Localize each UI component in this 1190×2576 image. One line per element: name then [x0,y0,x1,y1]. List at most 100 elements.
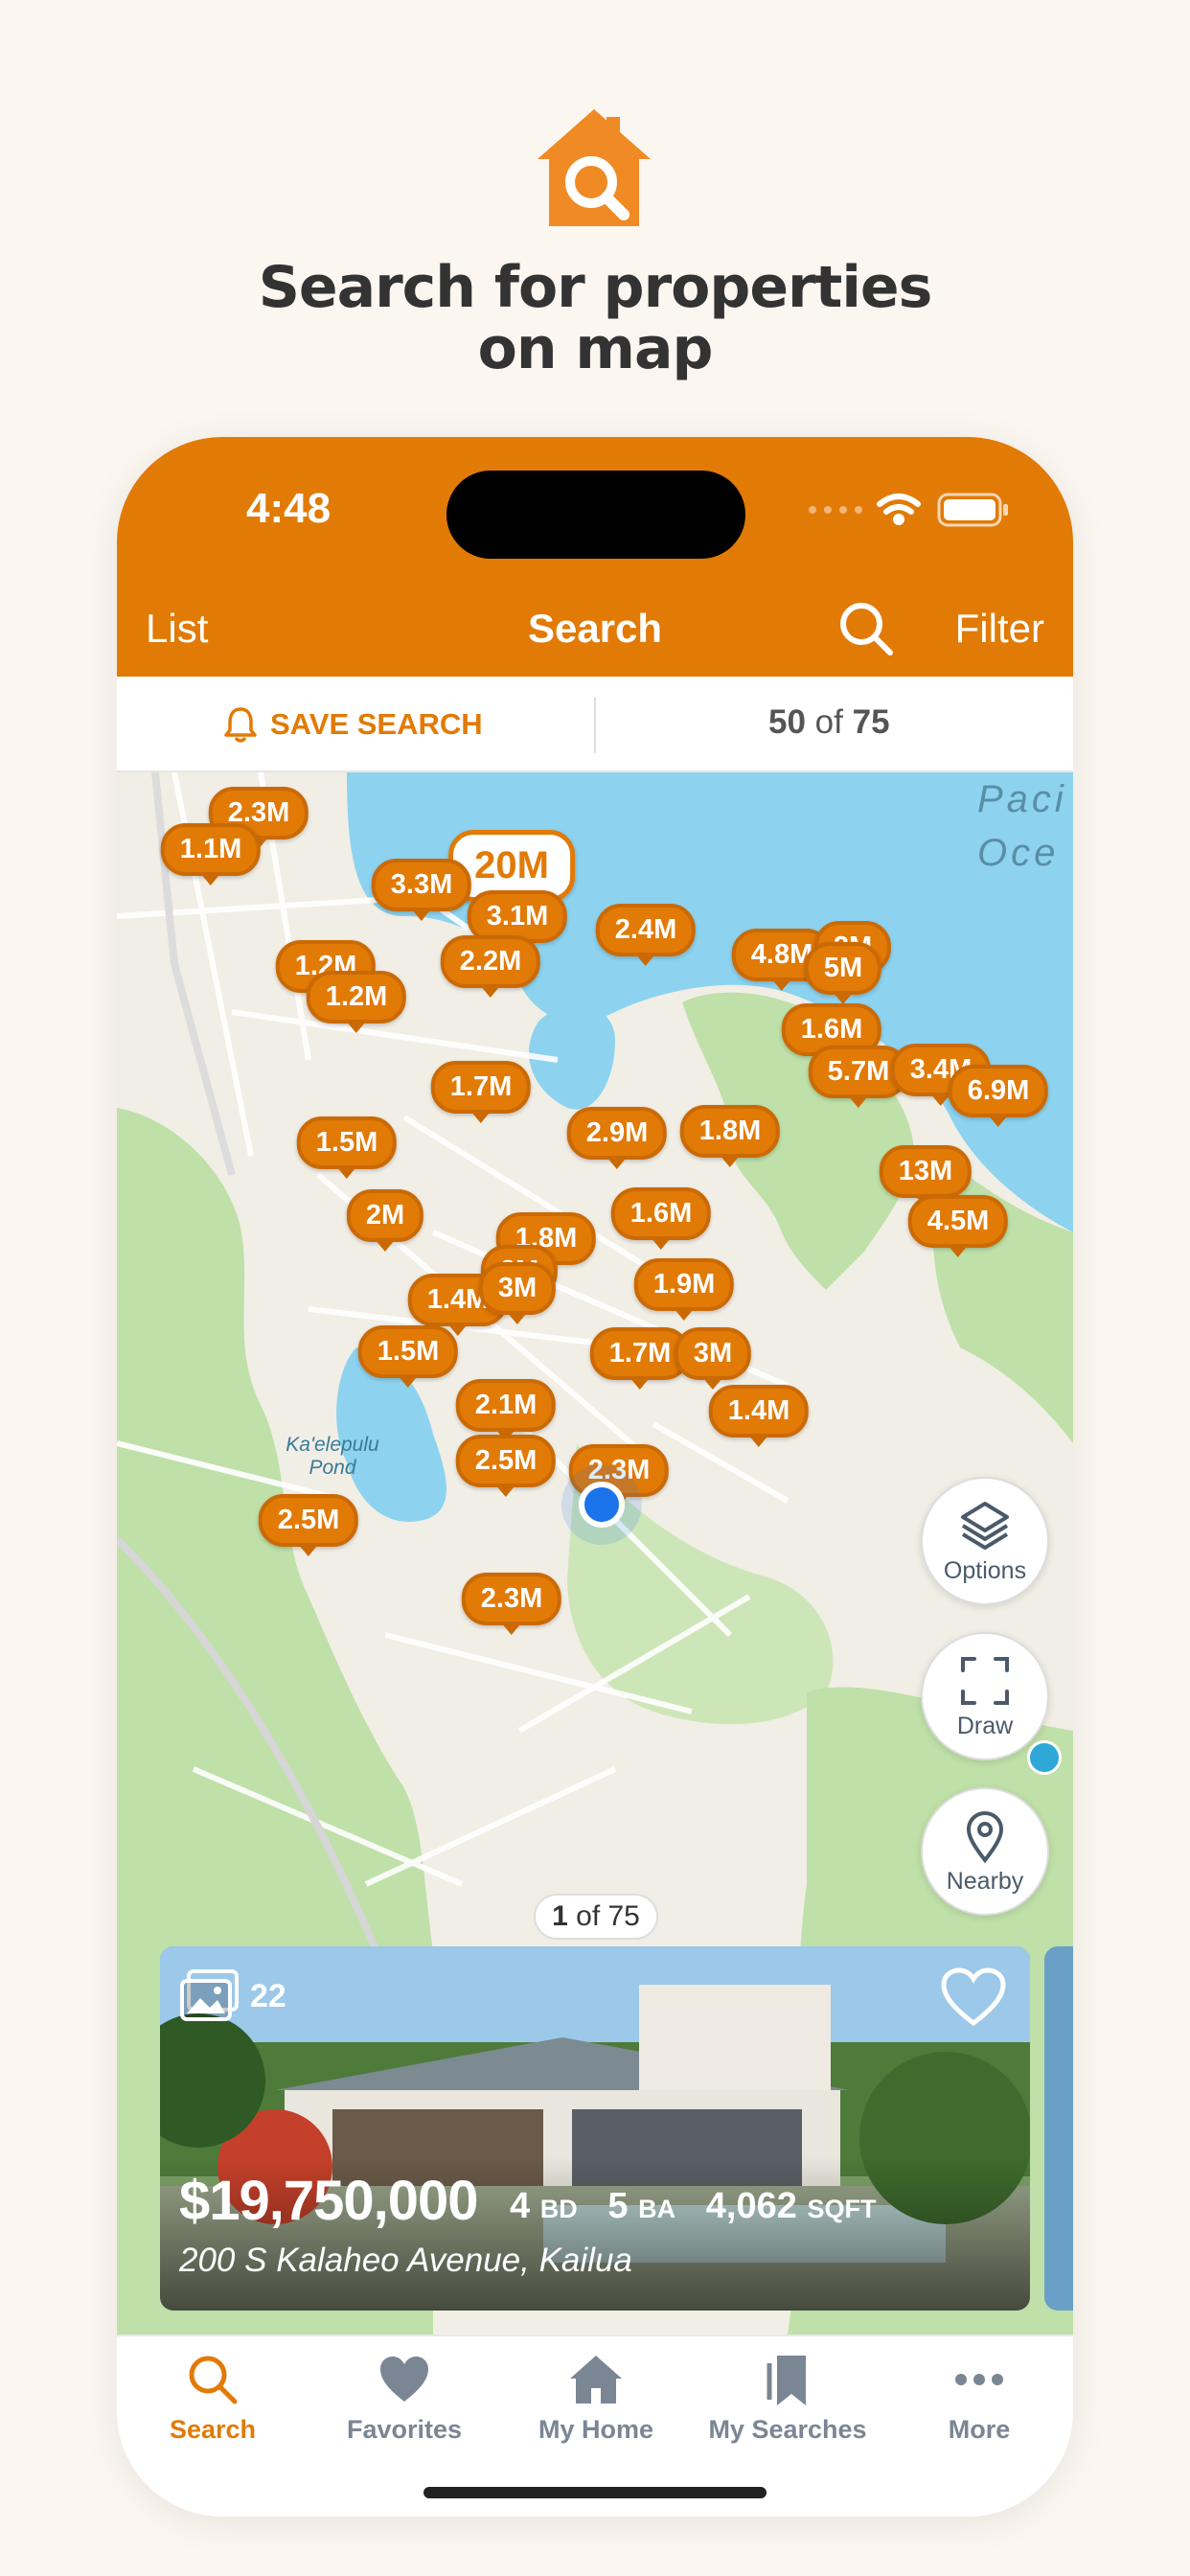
headline-line-1: Search for properties [258,254,933,321]
photos-icon [180,1969,239,2021]
tab-more-label: More [948,2415,1011,2444]
save-search-bar: SAVE SEARCH 50 of 75 [117,677,1073,772]
nav-title: Search [527,606,663,651]
more-icon [955,2374,1003,2385]
search-icon[interactable] [835,598,897,659]
tab-search[interactable]: Search [117,2352,309,2445]
next-listing-card[interactable] [1044,1946,1073,2311]
price-pin[interactable]: 3M [674,1327,752,1380]
results-shown: 50 [768,703,806,741]
results-of: of [814,703,843,741]
price-pin[interactable]: 1.9M [633,1258,735,1311]
baths-value: 5 [607,2186,629,2226]
price-pin[interactable]: 2.2M [440,935,541,988]
home-icon [570,2356,622,2404]
ocean-label-line-1: Paci [977,778,1067,820]
layers-icon [961,1501,1009,1550]
list-button[interactable]: List [146,606,208,652]
tab-search-label: Search [169,2415,257,2444]
draw-label: Draw [956,1712,1014,1739]
price-pin[interactable]: 1.2M [306,971,407,1024]
ocean-label: Paci Oce [977,772,1067,880]
price-pin[interactable]: 1.6M [610,1187,712,1240]
promo-headline: Search for properties on map [0,257,1190,380]
price-pin[interactable]: 1.8M [679,1105,781,1158]
tab-bar: Search Favorites My Home My Searches Mor… [117,2334,1073,2517]
beds-unit: BD [539,2195,578,2223]
price-pin[interactable]: 5M [804,942,882,995]
beds-value: 4 [510,2186,531,2226]
price-pin[interactable]: 1.7M [430,1061,532,1114]
divider [594,698,596,753]
price-pin[interactable]: 2.4M [595,904,697,956]
home-indicator [423,2487,767,2498]
pager-of: of 75 [576,1900,640,1932]
status-bar: 4:48 [117,437,1073,581]
price-pin[interactable]: 1.5M [357,1325,459,1378]
price-pin[interactable]: 2M [346,1189,424,1242]
price-pin[interactable]: 2.1M [455,1379,557,1432]
results-count: 50 of 75 [768,703,890,742]
results-total: 75 [852,703,890,741]
filter-button[interactable]: Filter [955,606,1044,652]
dynamic-island [446,471,745,559]
listing-specs: 4 BD 5 BA 4,062 SQFT [510,2186,876,2227]
wifi-icon [877,494,921,525]
photo-count: 22 [179,1969,286,2023]
draw-area-icon [961,1656,1009,1705]
price-pin[interactable]: 3.3M [371,859,472,911]
price-pin[interactable]: 2.5M [258,1494,359,1547]
tab-my-searches[interactable]: My Searches [692,2352,883,2445]
tab-favorites-label: Favorites [346,2415,463,2444]
pager-current: 1 [552,1900,568,1932]
price-pin[interactable]: 1.1M [160,823,262,876]
nav-bar: List Search Filter [117,581,1073,677]
listing-price: $19,750,000 [179,2170,479,2232]
photo-count-value: 22 [250,1977,286,2014]
sqft-value: 4,062 [705,2186,797,2226]
tab-my-home[interactable]: My Home [500,2352,692,2445]
nearby-label: Nearby [946,1867,1024,1895]
heart-icon[interactable] [940,1967,1007,2027]
signal-icon [809,506,862,514]
tab-my-home-label: My Home [538,2415,654,2444]
tab-favorites[interactable]: Favorites [309,2352,500,2445]
price-pin[interactable]: 6.9M [948,1065,1049,1117]
listing-pager: 1 of 75 [534,1894,658,1940]
pond-label: Ka'elepulu Pond [286,1434,379,1479]
nearby-button[interactable]: Nearby [921,1787,1049,1916]
headline-line-2: on map [477,315,714,382]
save-search-button[interactable]: SAVE SEARCH [222,703,483,746]
map-view[interactable]: Paci Oce Ka'elepulu Pond 2.3M 1.1M 20M 3.3M… [117,772,1073,2334]
status-icons [809,493,1008,527]
listing-address: 200 S Kalaheo Avenue, Kailua [179,2242,632,2279]
price-pin[interactable]: 1.4M [708,1385,810,1438]
status-time: 4:48 [246,485,332,532]
tab-my-searches-label: My Searches [708,2415,867,2444]
options-label: Options [943,1556,1027,1584]
ocean-label-line-2: Oce [977,832,1060,874]
price-pin[interactable]: 1.5M [296,1116,398,1169]
location-pin-icon [966,1810,1004,1863]
price-pin[interactable]: 13M [879,1145,973,1198]
price-pin[interactable]: 4.5M [907,1195,1009,1248]
heart-icon [380,2357,428,2402]
bookmarks-icon [767,2356,806,2405]
battery-icon [937,493,1008,527]
price-pin[interactable]: 2.9M [566,1107,668,1160]
price-pin[interactable]: 2.3M [461,1573,562,1625]
price-pin[interactable]: 2.5M [455,1435,557,1487]
poi-icon [1027,1740,1062,1775]
save-search-label: SAVE SEARCH [270,707,483,741]
listing-card[interactable]: 22 $19,750,000 4 BD 5 BA 4,062 SQFT 200 … [160,1946,1030,2311]
bell-icon [224,707,257,743]
phone-frame: 4:48 List Search Filter SAVE SEARCH 50 o… [117,437,1073,2517]
sqft-unit: SQFT [807,2195,877,2223]
options-button[interactable]: Options [921,1477,1049,1605]
current-location-dot [579,1482,625,1528]
draw-button[interactable]: Draw [921,1632,1049,1760]
home-search-icon [538,109,651,226]
tab-more[interactable]: More [883,2352,1073,2445]
baths-unit: BA [638,2195,676,2223]
price-pin[interactable]: 3M [478,1262,557,1315]
